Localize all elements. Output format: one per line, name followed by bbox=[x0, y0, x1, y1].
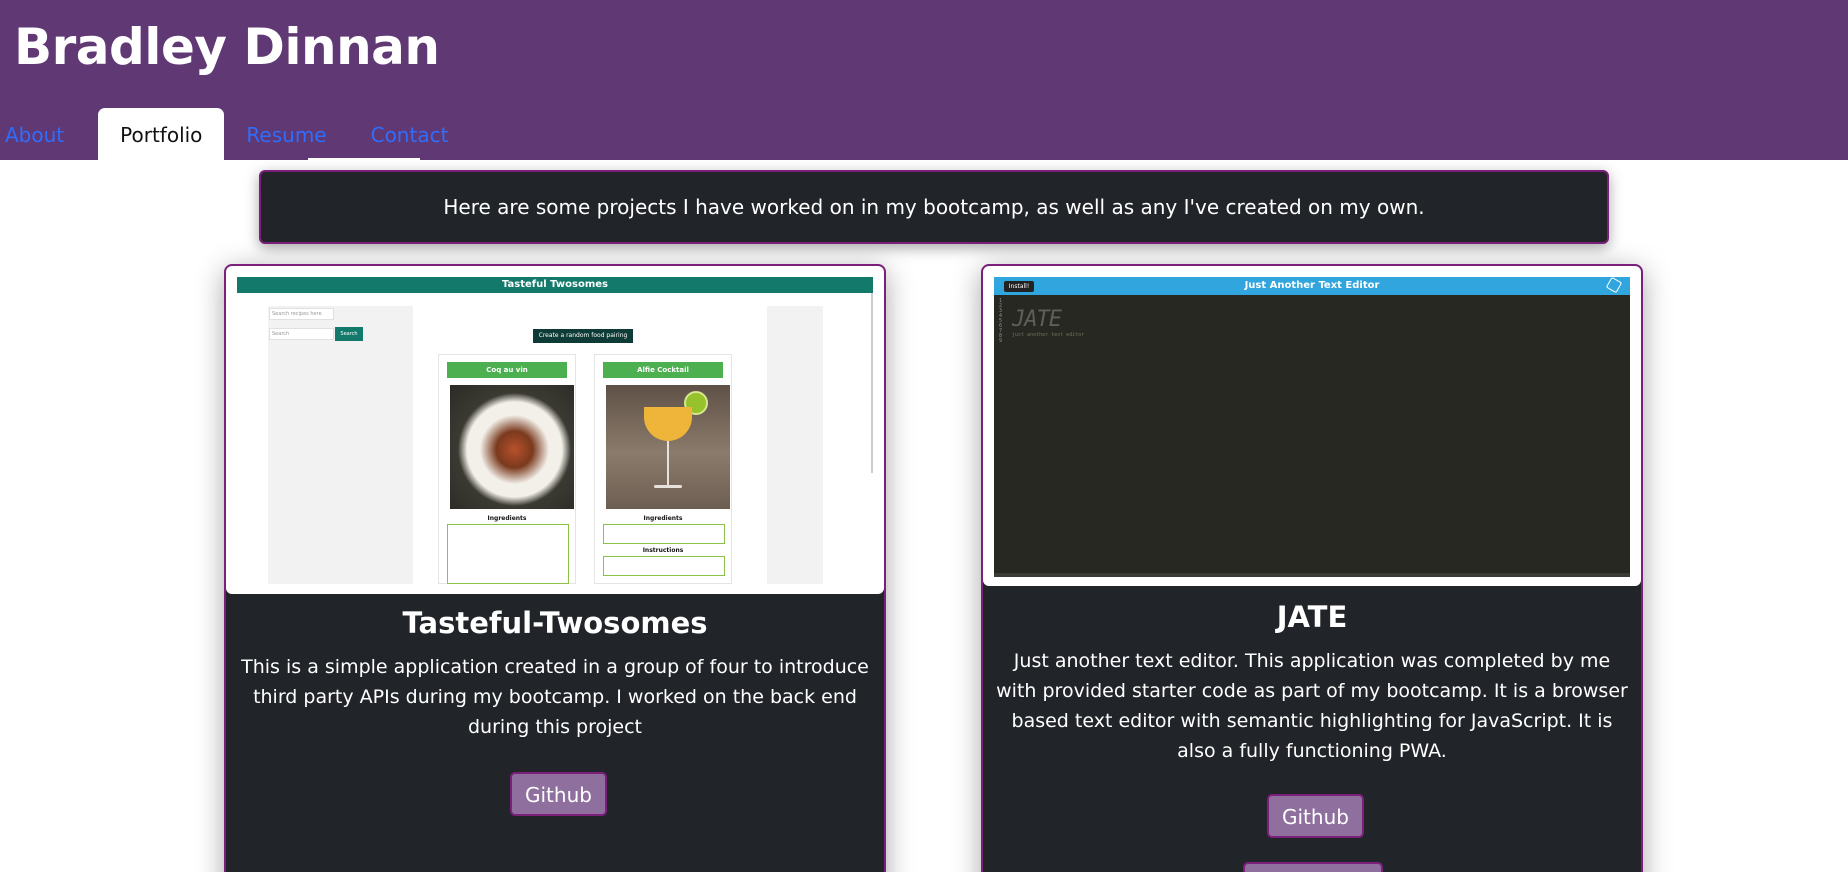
tab-contact[interactable]: Contact bbox=[349, 108, 471, 160]
tab-portfolio[interactable]: Portfolio bbox=[98, 108, 225, 160]
site-title: Bradley Dinnan bbox=[14, 18, 440, 76]
tt-section-label: Instructions bbox=[642, 547, 684, 554]
tt-instructions-box bbox=[603, 556, 725, 576]
project-screenshot: Tasteful Twosomes Search recipes here Se… bbox=[226, 266, 884, 594]
tt-sidebar bbox=[268, 306, 413, 584]
tab-about[interactable]: About bbox=[0, 108, 86, 160]
tt-drink-name: Alfie Cocktail bbox=[603, 362, 723, 378]
nav-divider bbox=[308, 158, 420, 160]
main-nav: About Portfolio Resume Contact bbox=[0, 108, 470, 160]
tt-random-button: Create a random food pairing bbox=[533, 329, 633, 343]
tt-search-button: Search bbox=[335, 327, 363, 341]
project-screenshot: Just Another Text Editor Install! 1 2 3 … bbox=[983, 266, 1641, 586]
cocktail-stem bbox=[667, 441, 669, 487]
project-card-jate: Just Another Text Editor Install! 1 2 3 … bbox=[981, 264, 1643, 872]
tt-section-label: Ingredients bbox=[643, 515, 683, 522]
tt-search-field-1: Search recipes here bbox=[269, 308, 334, 320]
project-description: This is a simple application created in … bbox=[241, 656, 869, 738]
jate-caption: just another text editor bbox=[1012, 332, 1085, 338]
jate-screenshot: Just Another Text Editor Install! 1 2 3 … bbox=[994, 276, 1630, 577]
project-title: JATE bbox=[1276, 600, 1348, 634]
tt-dish-name: Coq au vin bbox=[447, 362, 567, 378]
tt-scrollbar bbox=[871, 293, 873, 473]
tab-resume[interactable]: Resume bbox=[224, 108, 348, 160]
cocktail-glass bbox=[644, 407, 692, 441]
tasteful-twosomes-screenshot: Tasteful Twosomes Search recipes here Se… bbox=[237, 277, 873, 587]
tt-section-label: Ingredients bbox=[487, 515, 527, 522]
cocktail-base bbox=[654, 485, 682, 488]
project-description: Just another text editor. This applicati… bbox=[996, 650, 1628, 762]
jate-scrollbar bbox=[994, 573, 1630, 577]
jate-app-title: Just Another Text Editor bbox=[994, 277, 1630, 295]
jate-install-button: Install! bbox=[1004, 281, 1034, 292]
tt-right-panel bbox=[767, 306, 823, 584]
tt-drink-card: Alfie Cocktail Ingredients Instructions bbox=[594, 354, 732, 584]
project-card-tasteful-twosomes: Tasteful Twosomes Search recipes here Se… bbox=[224, 264, 886, 872]
github-button[interactable]: Github bbox=[1267, 794, 1364, 838]
tt-search-field-2: Search bbox=[269, 328, 334, 340]
secondary-link-button[interactable] bbox=[1243, 862, 1383, 872]
tt-ingredients-box bbox=[603, 524, 725, 544]
jate-ascii-logo: JATE bbox=[1012, 307, 1062, 332]
site-header: Bradley Dinnan About Portfolio Resume Co… bbox=[0, 0, 1848, 160]
cocktail-photo bbox=[606, 385, 730, 509]
tt-ingredients-box bbox=[447, 524, 569, 584]
jate-line-numbers: 1 2 3 4 5 6 7 8 9 bbox=[999, 298, 1003, 344]
github-button[interactable]: Github bbox=[510, 772, 607, 816]
tt-app-title: Tasteful Twosomes bbox=[237, 277, 873, 293]
portfolio-intro-banner: Here are some projects I have worked on … bbox=[259, 170, 1609, 244]
project-title: Tasteful-Twosomes bbox=[402, 606, 708, 640]
intro-text: Here are some projects I have worked on … bbox=[443, 195, 1425, 219]
coq-au-vin-photo bbox=[450, 385, 574, 509]
tt-dish-card: Coq au vin Ingredients bbox=[438, 354, 576, 584]
